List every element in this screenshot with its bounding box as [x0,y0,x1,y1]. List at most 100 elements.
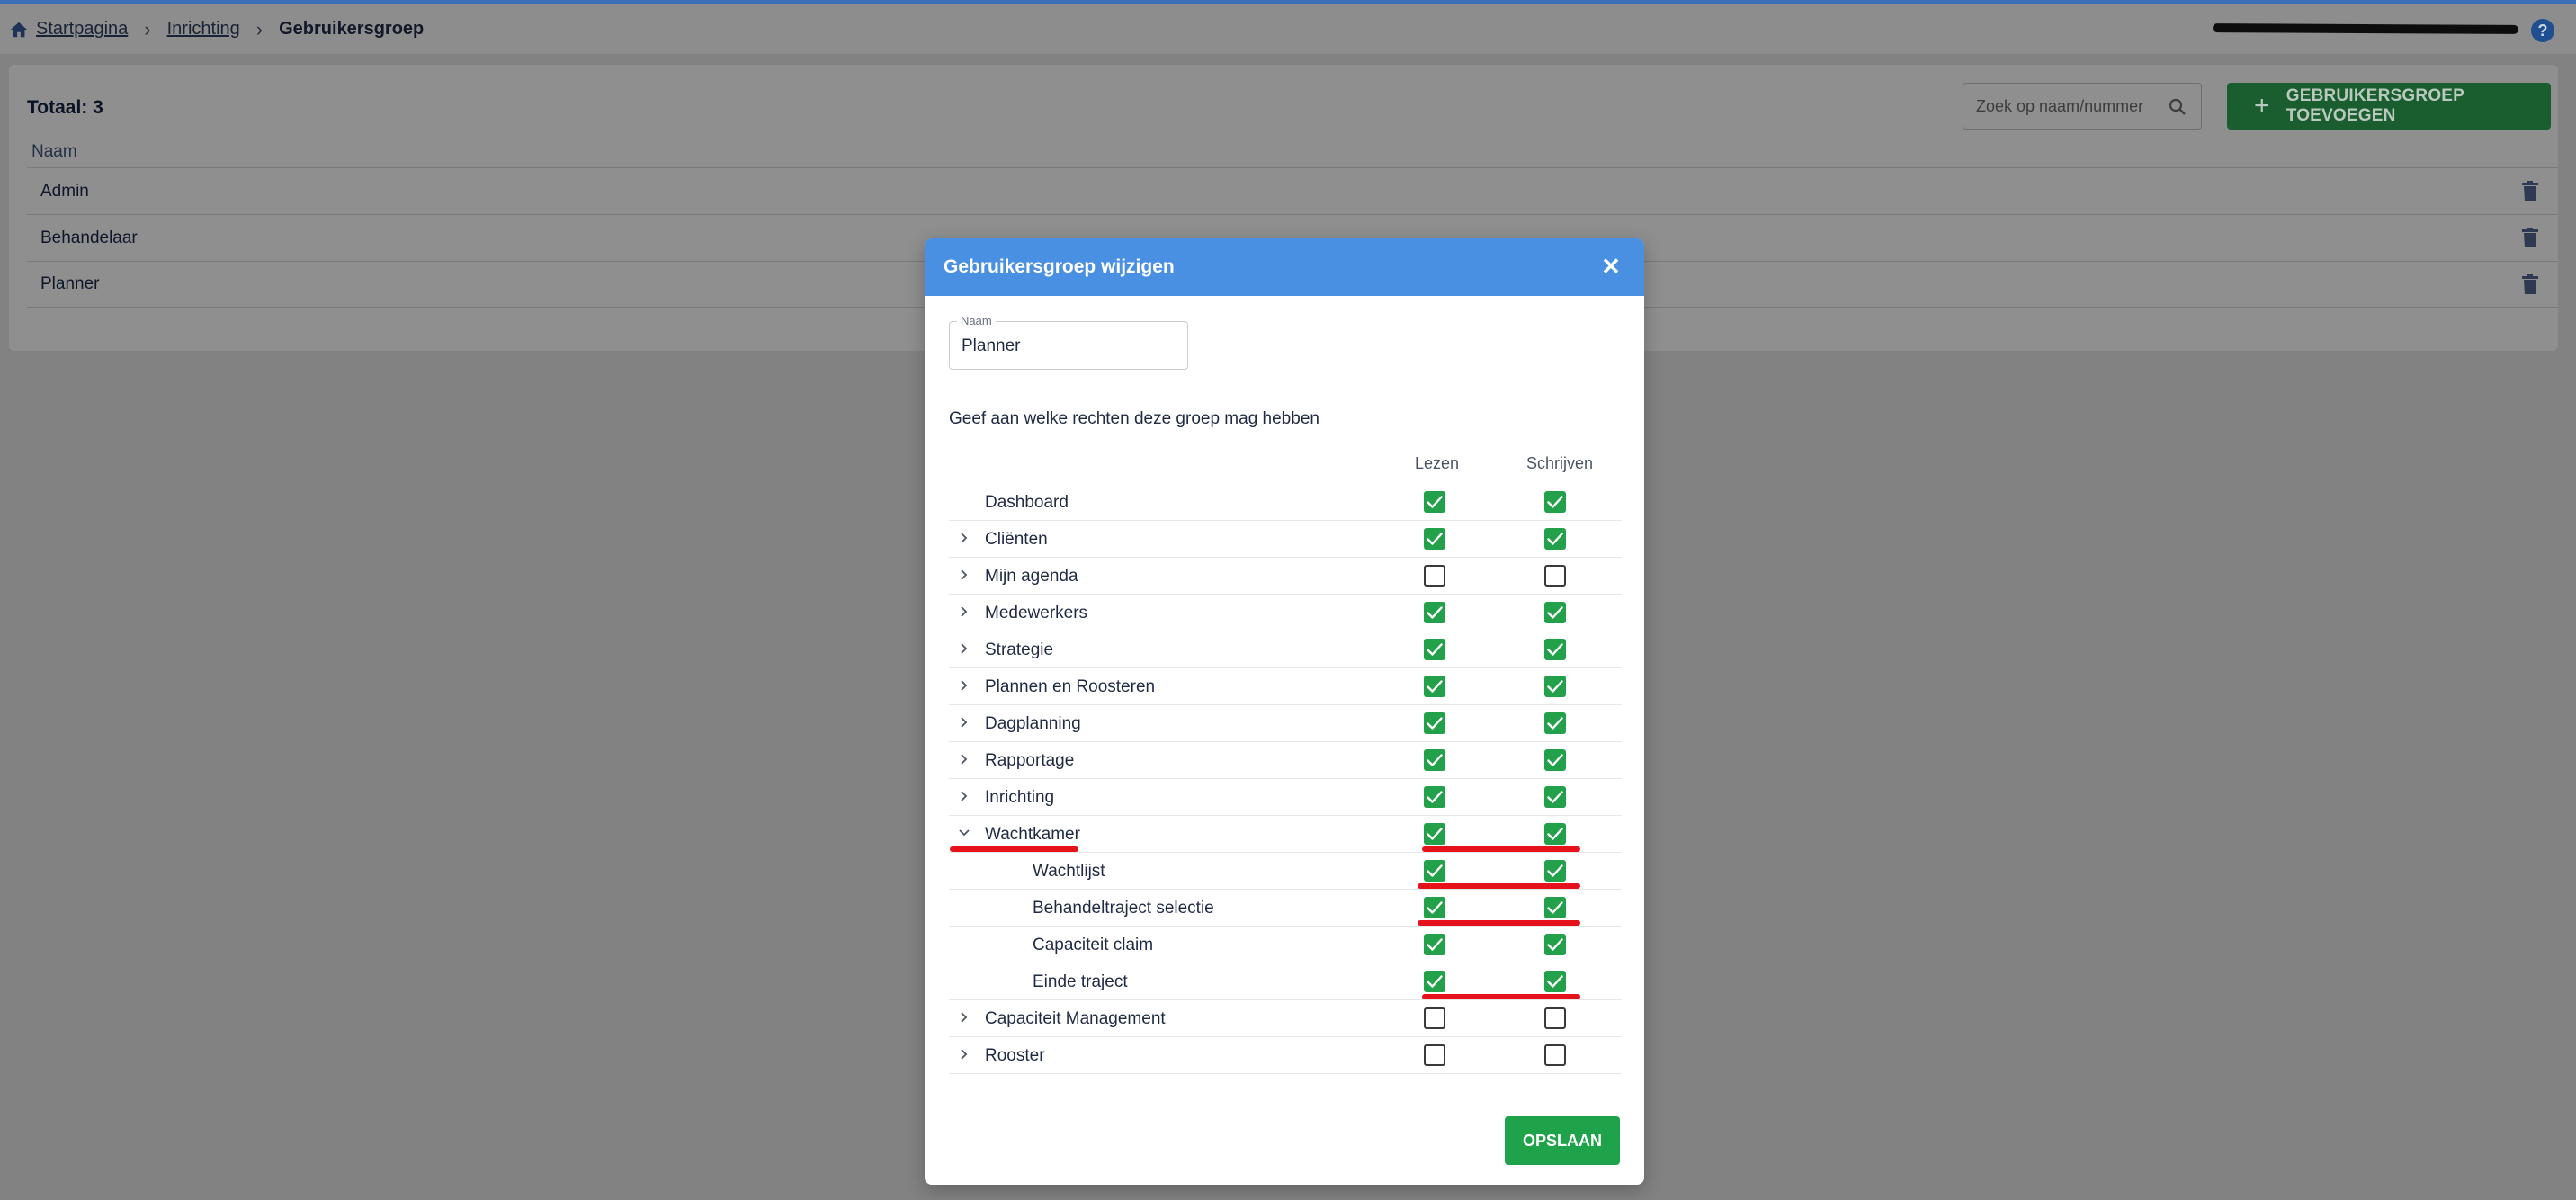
add-user-group-button[interactable]: + GEBRUIKERSGROEP TOEVOEGEN [2227,83,2551,130]
breadcrumb: Startpagina › Inrichting › Gebruikersgro… [9,4,424,54]
permission-row[interactable]: Capaciteit Management [949,1000,1622,1037]
help-icon[interactable]: ? [2531,19,2554,42]
read-checkbox[interactable] [1424,860,1445,882]
chevron-right-icon[interactable] [958,532,970,544]
chevron-right-icon[interactable] [958,753,970,766]
permission-row[interactable]: Dagplanning [949,705,1622,742]
write-checkbox[interactable] [1544,676,1566,697]
chevron-down-icon[interactable] [958,827,970,839]
write-checkbox[interactable] [1544,860,1566,882]
chevron-right-icon[interactable] [958,569,970,581]
chevron-right-icon[interactable] [958,716,970,729]
search-box[interactable] [1963,83,2202,130]
write-checkbox[interactable] [1544,712,1566,734]
permission-label: Dagplanning [985,714,1081,733]
read-checkbox[interactable] [1424,823,1445,845]
checkmark-icon [1547,975,1563,988]
home-icon[interactable] [9,20,29,40]
top-bar: Startpagina › Inrichting › Gebruikersgro… [0,4,2576,54]
trash-icon[interactable] [2522,274,2538,294]
permission-label: Inrichting [985,788,1055,807]
read-checkbox[interactable] [1424,749,1445,771]
write-checkbox[interactable] [1544,897,1566,918]
write-checkbox[interactable] [1544,528,1566,550]
table-row[interactable]: Admin [27,167,2558,214]
write-checkbox[interactable] [1544,1007,1566,1029]
write-checkbox[interactable] [1544,934,1566,955]
read-checkbox[interactable] [1424,971,1445,992]
row-name: Planner [40,274,100,293]
breadcrumb-section-link[interactable]: Inrichting [167,19,240,40]
plus-icon: + [2254,91,2270,121]
chevron-right-icon[interactable] [958,1048,970,1061]
save-button[interactable]: OPSLAAN [1505,1116,1620,1165]
read-checkbox[interactable] [1424,676,1445,697]
checkmark-icon [1427,496,1443,508]
checkmark-icon [1427,606,1443,619]
chevron-right-icon[interactable] [958,642,970,655]
add-button-label: GEBRUIKERSGROEP TOEVOEGEN [2285,86,2464,125]
permission-row[interactable]: Plannen en Roosteren [949,668,1622,705]
read-checkbox[interactable] [1424,602,1445,623]
name-input[interactable] [962,335,1177,358]
permission-label: Strategie [985,640,1054,659]
read-checkbox[interactable] [1424,786,1445,808]
permission-label: Dashboard [985,493,1069,512]
checkmark-icon [1427,717,1443,730]
chevron-right-icon[interactable] [958,679,970,692]
write-checkbox[interactable] [1544,749,1566,771]
search-icon[interactable] [2167,96,2188,118]
read-checkbox[interactable] [1424,491,1445,513]
chevron-right-icon[interactable] [958,605,970,618]
write-checkbox[interactable] [1544,565,1566,587]
permission-label: Behandeltraject selectie [1033,899,1214,918]
checkmark-icon [1427,828,1443,840]
write-checkbox[interactable] [1544,639,1566,660]
checkmark-icon [1547,754,1563,766]
permission-row[interactable]: Rooster [949,1037,1622,1074]
permission-row[interactable]: Medewerkers [949,595,1622,631]
read-checkbox[interactable] [1424,897,1445,918]
dialog-title: Gebruikersgroep wijzigen [944,256,1175,277]
checkmark-icon [1427,643,1443,656]
column-header-write: Schrijven [1526,454,1594,472]
annotation-underline [1418,920,1580,926]
read-checkbox[interactable] [1424,934,1445,955]
read-checkbox[interactable] [1424,565,1445,587]
write-checkbox[interactable] [1544,491,1566,513]
write-checkbox[interactable] [1544,786,1566,808]
annotation-underline [950,846,1078,852]
chevron-right-icon[interactable] [958,790,970,802]
read-checkbox[interactable] [1424,712,1445,734]
permission-row[interactable]: Mijn agenda [949,558,1622,595]
permission-label: Capaciteit claim [1033,936,1154,954]
permission-row[interactable]: Inrichting [949,779,1622,816]
write-checkbox[interactable] [1544,1044,1566,1066]
read-checkbox[interactable] [1424,1007,1445,1029]
permission-label: Cliënten [985,530,1048,549]
write-checkbox[interactable] [1544,823,1566,845]
permission-row[interactable]: Strategie [949,631,1622,668]
read-checkbox[interactable] [1424,1044,1445,1066]
user-account-redacted[interactable] [2212,23,2519,34]
checkmark-icon [1427,901,1443,914]
breadcrumb-home-link[interactable]: Startpagina [36,19,128,40]
trash-icon[interactable] [2522,228,2538,247]
write-checkbox[interactable] [1544,971,1566,992]
write-checkbox[interactable] [1544,602,1566,623]
search-input[interactable] [1976,94,2156,118]
permission-row[interactable]: Cliënten [949,521,1622,558]
annotation-underline [1422,846,1580,852]
permission-label: Einde traject [1033,972,1128,991]
trash-icon[interactable] [2522,181,2538,201]
chevron-right-icon[interactable] [958,1011,970,1024]
name-field[interactable]: Naam [949,314,1188,370]
permission-row[interactable]: Rapportage [949,742,1622,779]
checkmark-icon [1547,938,1563,951]
close-icon[interactable]: ✕ [1599,255,1623,278]
read-checkbox[interactable] [1424,528,1445,550]
read-checkbox[interactable] [1424,639,1445,660]
dialog-header: Gebruikersgroep wijzigen ✕ [925,238,1644,296]
row-name: Admin [40,181,89,201]
total-count: Totaal: 3 [27,97,103,118]
